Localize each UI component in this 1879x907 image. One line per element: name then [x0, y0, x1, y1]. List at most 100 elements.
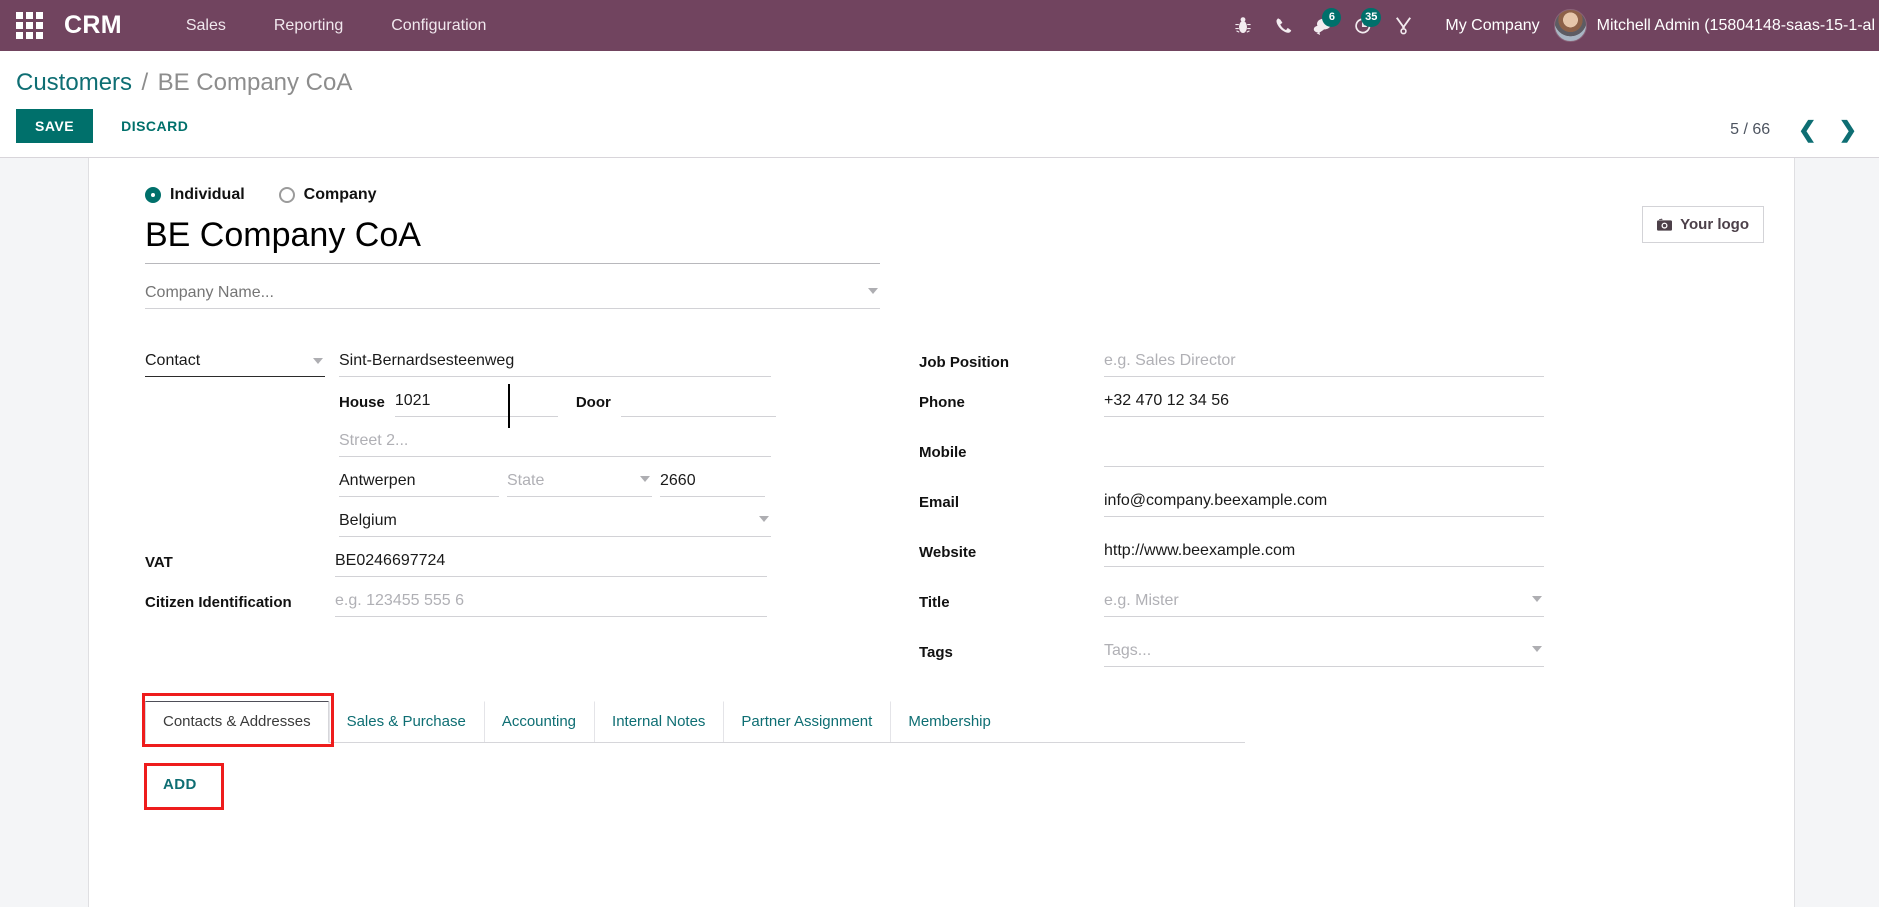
record-actions-row: SAVE DISCARD 5 / 66 ❮ ❯: [0, 103, 1879, 157]
control-panel: Customers / BE Company CoA SAVE DISCARD …: [0, 51, 1879, 158]
title-row: Title: [919, 589, 1569, 617]
phone-input[interactable]: [1104, 389, 1544, 417]
radio-company-dot: [278, 187, 295, 203]
house-input[interactable]: [394, 389, 558, 417]
phone-label: Phone: [919, 394, 965, 411]
user-menu[interactable]: Mitchell Admin (15804148-saas-15-1-al: [1553, 9, 1879, 42]
apps-grid-icon[interactable]: [16, 12, 44, 40]
citizen-identification-input[interactable]: [335, 589, 767, 617]
state-select[interactable]: [507, 469, 652, 497]
breadcrumb-current-record: BE Company CoA: [157, 69, 353, 96]
email-input[interactable]: [1104, 489, 1544, 517]
email-row: Email: [919, 489, 1569, 517]
radio-company-label: Company: [303, 186, 377, 203]
breadcrumb-separator: /: [141, 69, 149, 96]
add-button-wrap: ADD: [144, 763, 224, 810]
main-menu: Sales Reporting Configuration: [162, 17, 511, 35]
bug-icon[interactable]: [1223, 0, 1263, 51]
country-select[interactable]: [339, 509, 771, 537]
vat-row: VAT: [145, 549, 845, 577]
form-sheet: Your logo Individual Company BE Company …: [88, 158, 1795, 907]
radio-individual[interactable]: Individual: [145, 186, 245, 204]
job-position-row: Job Position: [919, 349, 1569, 377]
door-label: Door: [575, 394, 611, 411]
menu-item-configuration[interactable]: Configuration: [367, 17, 510, 35]
website-row: Website: [919, 539, 1569, 567]
city-state-zip-row: [339, 469, 771, 497]
form-columns: House Door: [119, 349, 1764, 679]
messages-icon[interactable]: 6: [1303, 0, 1343, 51]
menu-item-sales[interactable]: Sales: [162, 17, 250, 35]
navbar-systray: 6 35 My Company Mitchell Admin (15804148…: [1223, 0, 1879, 51]
phone-row: Phone: [919, 389, 1569, 417]
save-button[interactable]: SAVE: [16, 109, 94, 143]
website-input[interactable]: [1104, 539, 1544, 567]
title-label: Title: [919, 594, 950, 611]
tab-partner-assignment[interactable]: Partner Assignment: [723, 701, 890, 742]
title-field: [1104, 589, 1544, 617]
mobile-label: Mobile: [919, 444, 967, 461]
breadcrumb-parent-customers[interactable]: Customers: [16, 69, 132, 96]
form-column-left: House Door: [145, 349, 845, 679]
tab-sales-purchase[interactable]: Sales & Purchase: [328, 701, 484, 742]
house-label: House: [339, 394, 385, 411]
radio-individual-dot: [145, 187, 161, 203]
tags-label: Tags: [919, 644, 953, 661]
tags-row: Tags: [919, 639, 1569, 667]
tags-input[interactable]: [1104, 639, 1544, 667]
address-type-field: [145, 349, 325, 377]
mobile-row: Mobile: [919, 439, 1569, 467]
chevron-left-icon[interactable]: ❮: [1790, 117, 1824, 143]
activities-badge: 35: [1361, 8, 1382, 27]
pager-count: 5 / 66: [1730, 121, 1771, 138]
street-input[interactable]: [339, 349, 771, 377]
contact-name-input[interactable]: [145, 214, 880, 264]
mobile-input[interactable]: [1104, 439, 1544, 467]
form-background: Your logo Individual Company BE Company …: [0, 158, 1879, 907]
zip-input[interactable]: [660, 469, 765, 497]
phone-icon[interactable]: [1263, 0, 1303, 51]
activities-clock-icon[interactable]: 35: [1343, 0, 1383, 51]
discard-button[interactable]: DISCARD: [107, 109, 202, 143]
chevron-right-icon[interactable]: ❯: [1831, 117, 1865, 143]
job-position-label: Job Position: [919, 354, 1009, 371]
tools-icon[interactable]: [1383, 0, 1423, 51]
messages-badge: 6: [1322, 8, 1342, 27]
company-switcher[interactable]: My Company: [1445, 17, 1539, 35]
avatar: [1553, 9, 1587, 42]
tab-accounting[interactable]: Accounting: [483, 701, 594, 742]
menu-item-reporting[interactable]: Reporting: [250, 17, 367, 35]
pager: 5 / 66 ❮ ❯: [1730, 117, 1865, 143]
text-caret: [508, 384, 510, 428]
house-door-row: House Door: [339, 389, 776, 417]
tags-field: [1104, 639, 1544, 667]
user-name-label: Mitchell Admin (15804148-saas-15-1-al: [1596, 16, 1875, 34]
form-column-right: Job Position Phone Mobile Email Website: [919, 349, 1569, 679]
street2-input[interactable]: [339, 429, 771, 457]
address-type-select[interactable]: [145, 349, 325, 377]
company-name-input[interactable]: [145, 280, 880, 309]
vat-input[interactable]: [335, 549, 767, 577]
city-input[interactable]: [339, 469, 499, 497]
email-label: Email: [919, 494, 960, 511]
breadcrumb: Customers / BE Company CoA: [0, 51, 1879, 103]
parent-company-field: [145, 280, 880, 309]
tab-internal-notes[interactable]: Internal Notes: [594, 701, 723, 742]
country-field: [339, 509, 771, 537]
door-input[interactable]: [620, 389, 776, 417]
app-brand-crm[interactable]: CRM: [64, 11, 122, 40]
tab-membership[interactable]: Membership: [890, 701, 1009, 742]
tab-contacts-addresses[interactable]: Contacts & Addresses: [145, 701, 329, 743]
state-field: [507, 469, 652, 497]
citizen-id-row: Citizen Identification: [145, 589, 845, 617]
title-select[interactable]: [1104, 589, 1544, 617]
notebook: Contacts & Addresses Sales & Purchase Ac…: [142, 693, 1764, 747]
notebook-tabs: Contacts & Addresses Sales & Purchase Ac…: [145, 701, 1245, 743]
radio-individual-label: Individual: [170, 186, 245, 203]
vat-label: VAT: [145, 554, 173, 571]
add-button[interactable]: ADD: [149, 767, 211, 802]
job-position-input[interactable]: [1104, 349, 1544, 377]
citizen-identification-label: Citizen Identification: [145, 594, 292, 611]
radio-company[interactable]: Company: [278, 186, 377, 204]
address-lines: House Door: [339, 349, 776, 537]
